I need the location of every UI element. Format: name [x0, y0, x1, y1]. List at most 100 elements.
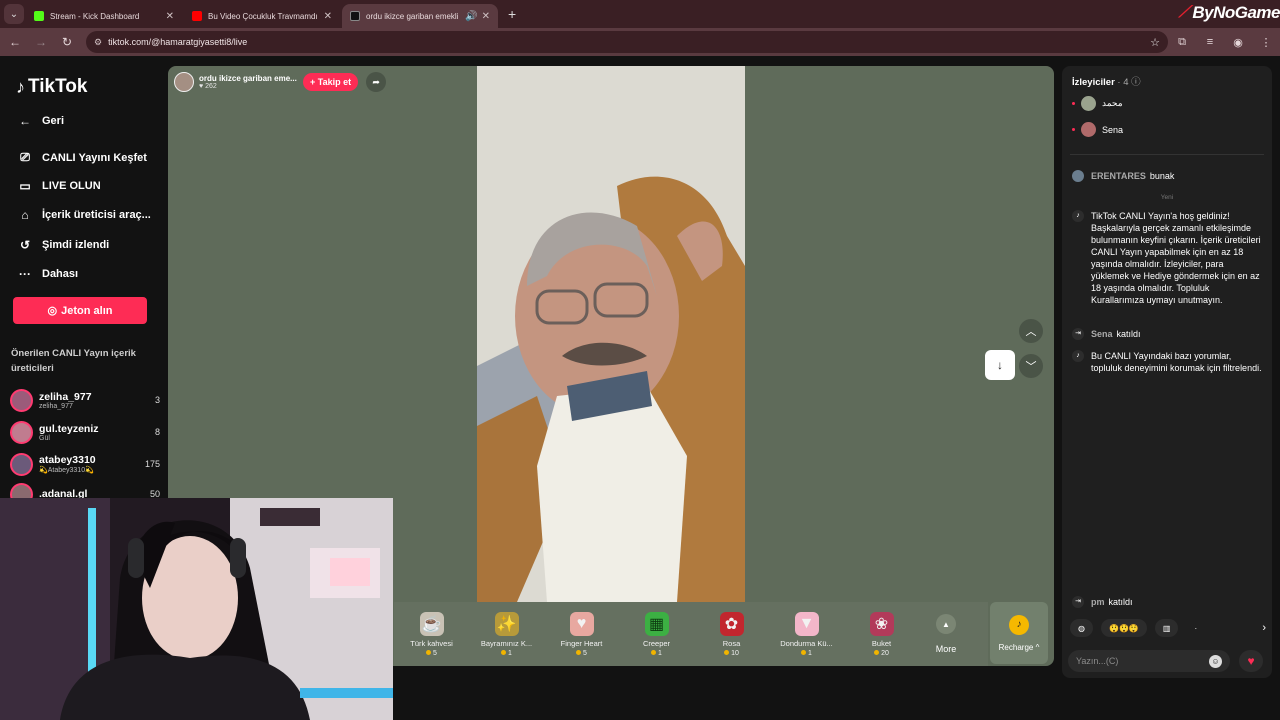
host-likes: ♥ 262 [199, 83, 217, 90]
chat-text: katıldı [1116, 329, 1141, 339]
chat-text: katıldı [1108, 597, 1133, 607]
bouquet-gift-icon: ❀ [869, 611, 894, 636]
placeholder-emoji-icon[interactable]: · [1186, 619, 1205, 637]
close-tab-icon[interactable]: ✕ [482, 11, 490, 22]
media-control-icon[interactable]: ≡ [1196, 36, 1224, 48]
gift-item[interactable]: ☕ Türk kahvesi 5 [394, 611, 469, 657]
recharge-label: Recharge ^ [998, 642, 1040, 652]
join-message: ⇥ Sena katıldı [1072, 328, 1262, 340]
creator-item[interactable]: gul.teyzeniz Gül 8 [10, 418, 160, 446]
audio-icon[interactable]: 🔊 [465, 11, 477, 22]
avatar [10, 452, 33, 476]
more-gifts-button[interactable]: ▲ More [919, 614, 973, 654]
gift-item[interactable]: ▼ Dondurma Kü... 1 [769, 611, 844, 657]
gift-item[interactable]: ❀ Buket 20 [844, 611, 919, 657]
bynogame-watermark: ⟋ ByNoGame [1179, 0, 1280, 26]
gift-item[interactable]: ✨ Bayramınız K... 1 [469, 611, 544, 657]
emoji-icon[interactable]: ☺ [1209, 654, 1222, 668]
nav-go-live[interactable]: ▭ LIVE OLUN [16, 179, 100, 193]
next-live-icon[interactable]: ﹀ [1019, 354, 1043, 378]
new-messages-separator: Yeni [1160, 194, 1174, 201]
rose-gift-icon: ✿ [719, 611, 744, 636]
get-coins-button[interactable]: ◎ Jeton alın [13, 297, 147, 324]
close-tab-icon[interactable]: ✕ [324, 11, 332, 22]
recharge-button[interactable]: ♪ Recharge ^ [990, 602, 1048, 664]
coin-icon [724, 649, 730, 655]
coin-icon [426, 649, 432, 655]
tiktok-note-icon: ♪ [1072, 210, 1084, 222]
forward-icon[interactable]: → [30, 35, 52, 49]
live-video-frame[interactable] [477, 66, 745, 602]
chat-input[interactable]: Yazın...(C) ☺ [1068, 650, 1230, 672]
creator-handle: gul.teyzeniz [39, 422, 99, 435]
nav-creator-tools[interactable]: ⌂ İçerik üreticisi araç... [16, 208, 150, 222]
previous-live-icon[interactable]: ︿ [1019, 319, 1043, 343]
cake-emoji-icon[interactable]: ▥ [1154, 619, 1179, 637]
chat-nick[interactable]: Sena [1091, 329, 1113, 339]
chat-nick[interactable]: ERENTARES [1091, 171, 1146, 181]
donut-emoji-icon[interactable]: ◍ [1070, 619, 1093, 637]
creator-item[interactable]: atabey3310 💫Atabey3310💫 175 [10, 450, 160, 478]
site-info-icon[interactable]: ⚙ [94, 37, 102, 48]
new-tab-icon[interactable]: + [508, 6, 516, 22]
gift-name: Türk kahvesi [410, 638, 453, 648]
tab-title: Bu Video Çocukluk Travmamdı [208, 11, 318, 21]
creator-item[interactable]: zeliha_977 zeliha_977 3 [10, 386, 160, 414]
address-bar[interactable]: ⚙ tiktok.com/@hamaratgiyasetti8/live ☆ [86, 31, 1168, 53]
browser-menu-icon[interactable]: ⋮ [1252, 36, 1280, 49]
profile-avatar-icon[interactable]: ◉ [1224, 36, 1252, 49]
gift-name: Bayramınız K... [480, 638, 533, 648]
share-icon[interactable]: ➦ [366, 72, 387, 92]
chat-message[interactable]: ERENTARES bunak [1072, 170, 1262, 182]
browser-tab-tiktok[interactable]: ordu ikizce gariban emekli 🔊 ✕ [342, 4, 498, 28]
viewer-count: 8 [154, 427, 160, 437]
back-icon[interactable]: ← [4, 35, 26, 49]
gift-item[interactable]: ▦ Creeper 1 [619, 611, 694, 657]
gift-price: 1 [501, 649, 512, 657]
viewers-header[interactable]: İzleyiciler · 4 ⓘ [1072, 74, 1141, 88]
coffee-gift-icon: ☕ [419, 611, 444, 636]
creator-sub: zeliha_977 [39, 402, 73, 410]
info-icon[interactable]: ⓘ [1131, 77, 1141, 88]
viewer-row[interactable]: محمد [1072, 96, 1123, 111]
chat-text: bunak [1149, 171, 1175, 181]
nav-more[interactable]: ··· Dahası [16, 267, 78, 281]
rank-dot [1072, 128, 1075, 131]
gift-item[interactable]: ✿ Rosa 10 [694, 611, 769, 657]
chevron-right-icon[interactable]: › [1262, 622, 1266, 634]
viewers-count: · 4 [1117, 77, 1129, 88]
chat-nick[interactable]: pm [1091, 597, 1105, 607]
tab-search-icon[interactable]: ⌄ [4, 4, 24, 24]
bookmark-star-icon[interactable]: ☆ [1150, 36, 1160, 49]
chevron-up-icon: ▲ [936, 614, 956, 634]
tab-title: ordu ikizce gariban emekli [366, 11, 459, 21]
reload-icon[interactable]: ↻ [56, 35, 78, 49]
system-message: ♪ TikTok CANLI Yayın'a hoş geldiniz! Baş… [1072, 210, 1262, 306]
follow-button[interactable]: + Takip et [303, 73, 359, 91]
tiktok-logo[interactable]: ♪ TikTok [16, 76, 87, 98]
gift-price-value: 20 [881, 649, 889, 657]
close-tab-icon[interactable]: ✕ [166, 11, 174, 22]
nav-watched[interactable]: ↺ Şimdi izlendi [16, 238, 109, 252]
like-heart-icon[interactable]: ♥ [1239, 650, 1263, 672]
gift-price: 5 [576, 649, 587, 657]
tiktok-favicon-icon [350, 11, 360, 21]
browser-tab-youtube[interactable]: Bu Video Çocukluk Travmamdı ✕ [184, 4, 340, 28]
nav-explore-live[interactable]: ⎚ CANLI Yayını Keşfet [16, 150, 147, 165]
viewer-row[interactable]: Sena [1072, 122, 1123, 137]
tiktok-note-icon: ♪ [1072, 350, 1084, 362]
faces-emoji-icon[interactable]: 😲😲😲 [1100, 619, 1147, 637]
host-avatar[interactable] [174, 72, 194, 92]
gift-price-value: 5 [433, 649, 437, 657]
chat-panel: İzleyiciler · 4 ⓘ محمد Sena ERENTARES bun… [1062, 66, 1272, 678]
tab-title: Stream - Kick Dashboard [50, 11, 140, 21]
browser-tab-kick[interactable]: Stream - Kick Dashboard ✕ [26, 4, 182, 28]
host-name[interactable]: ordu ikizce gariban eme... [199, 74, 299, 83]
gift-bar: ☕ Türk kahvesi 5 ✨ Bayramınız K... 1 ♥ F… [394, 602, 988, 666]
coins-label: Jeton alın [61, 304, 113, 317]
gift-price-value: 10 [731, 649, 739, 657]
nav-back[interactable]: ← Geri [16, 114, 64, 128]
extensions-icon[interactable]: ⧉ [1168, 36, 1196, 49]
gift-item[interactable]: ♥ Finger Heart 5 [544, 611, 619, 657]
download-icon[interactable]: ↓ [985, 350, 1015, 380]
